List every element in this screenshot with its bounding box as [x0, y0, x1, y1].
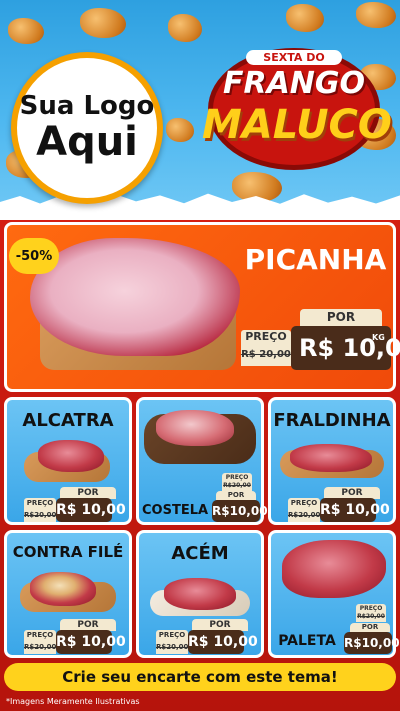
- fraldinha-image: [290, 444, 372, 472]
- product-name: ALCATRA: [22, 410, 114, 431]
- logo-placeholder[interactable]: Sua Logo Aqui: [11, 52, 163, 204]
- product-name: COSTELA: [142, 503, 209, 518]
- new-price: R$10,00: [344, 632, 400, 654]
- paleta-image: [282, 540, 386, 598]
- preco-label: PREÇO: [156, 630, 188, 640]
- old-price: R$20,00: [24, 508, 56, 522]
- footnote: *Imagens Meramente Ilustrativas: [6, 697, 140, 706]
- nugget-image: [8, 18, 44, 44]
- featured-product-name: PICANHA: [244, 243, 387, 276]
- old-price: R$20,00: [156, 640, 188, 654]
- nugget-image: [286, 4, 324, 32]
- campaign-title-1: FRANGO: [222, 66, 366, 101]
- product-name: FRALDINHA: [273, 410, 391, 431]
- nugget-image: [166, 118, 194, 142]
- campaign-badge: SEXTA DO FRANGO MALUCO: [202, 48, 392, 170]
- product-name: CONTRA FILÉ: [12, 543, 124, 561]
- preco-label: PREÇO: [288, 498, 320, 508]
- old-price: R$20,00: [24, 640, 56, 654]
- por-label: POR: [216, 491, 256, 500]
- campaign-subtitle: SEXTA DO: [246, 50, 342, 65]
- old-price: R$20,00: [222, 481, 252, 491]
- alcatra-image: [38, 440, 104, 472]
- unit-label: KG: [372, 333, 385, 342]
- old-price: R$20,00: [356, 612, 386, 622]
- logo-line2: Aqui: [36, 118, 138, 165]
- por-label: POR: [300, 309, 382, 326]
- nugget-image: [356, 2, 396, 28]
- product-name: ACÉM: [171, 543, 229, 564]
- new-price: R$ 10,00: [320, 498, 390, 522]
- por-label: POR: [350, 623, 390, 632]
- campaign-title-2: MALUCO: [202, 102, 392, 148]
- nugget-image: [80, 8, 126, 38]
- contra-file-image: [30, 572, 96, 606]
- preco-label: PREÇO: [241, 330, 291, 344]
- discount-badge: -50%: [9, 238, 59, 274]
- new-price: R$ 10,00: [188, 630, 258, 654]
- picanha-image: [30, 238, 240, 356]
- old-price: R$ 20,00: [241, 344, 291, 366]
- preco-label: PREÇO: [24, 498, 56, 508]
- preco-label: PREÇO: [24, 630, 56, 640]
- product-name: PALETA: [278, 633, 336, 649]
- nugget-image: [168, 14, 202, 42]
- old-price: R$20,00: [288, 508, 320, 522]
- new-price: R$ 10,00: [56, 630, 126, 654]
- new-price: R$ 10,00: [56, 498, 126, 522]
- cta-banner[interactable]: Crie seu encarte com este tema!: [4, 663, 396, 691]
- new-price: R$10,00: [212, 500, 268, 522]
- acem-image: [164, 578, 236, 610]
- logo-line1: Sua Logo: [19, 91, 155, 122]
- costela-image: [156, 410, 234, 446]
